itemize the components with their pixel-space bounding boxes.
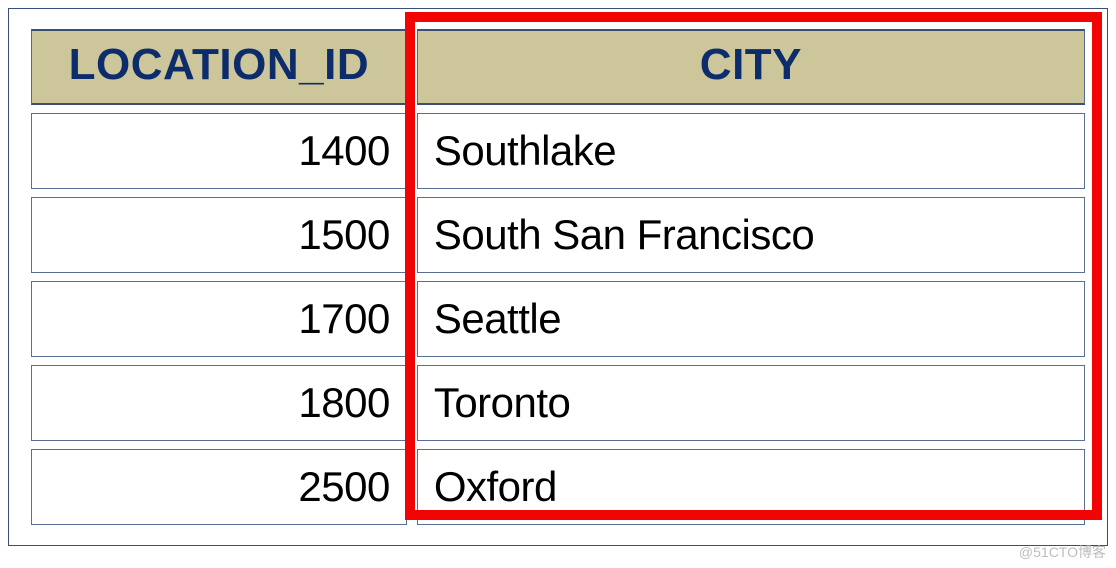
header-city: CITY (417, 29, 1085, 105)
cell-location-id: 1700 (31, 281, 407, 357)
cell-location-id: 1400 (31, 113, 407, 189)
cell-location-id: 1500 (31, 197, 407, 273)
cell-city: Oxford (417, 449, 1085, 525)
table-frame: LOCATION_ID CITY 1400 Southlake 1500 Sou… (8, 8, 1108, 546)
cell-city: Toronto (417, 365, 1085, 441)
cell-location-id: 2500 (31, 449, 407, 525)
locations-table: LOCATION_ID CITY 1400 Southlake 1500 Sou… (21, 21, 1095, 533)
cell-city: Seattle (417, 281, 1085, 357)
cell-location-id: 1800 (31, 365, 407, 441)
cell-city: Southlake (417, 113, 1085, 189)
cell-city: South San Francisco (417, 197, 1085, 273)
table-header-row: LOCATION_ID CITY (31, 29, 1085, 105)
table-row: 1800 Toronto (31, 365, 1085, 441)
header-location-id: LOCATION_ID (31, 29, 407, 105)
watermark-text: @51CTO博客 (1019, 542, 1106, 562)
table-row: 2500 Oxford (31, 449, 1085, 525)
table-row: 1500 South San Francisco (31, 197, 1085, 273)
table-row: 1700 Seattle (31, 281, 1085, 357)
table-row: 1400 Southlake (31, 113, 1085, 189)
